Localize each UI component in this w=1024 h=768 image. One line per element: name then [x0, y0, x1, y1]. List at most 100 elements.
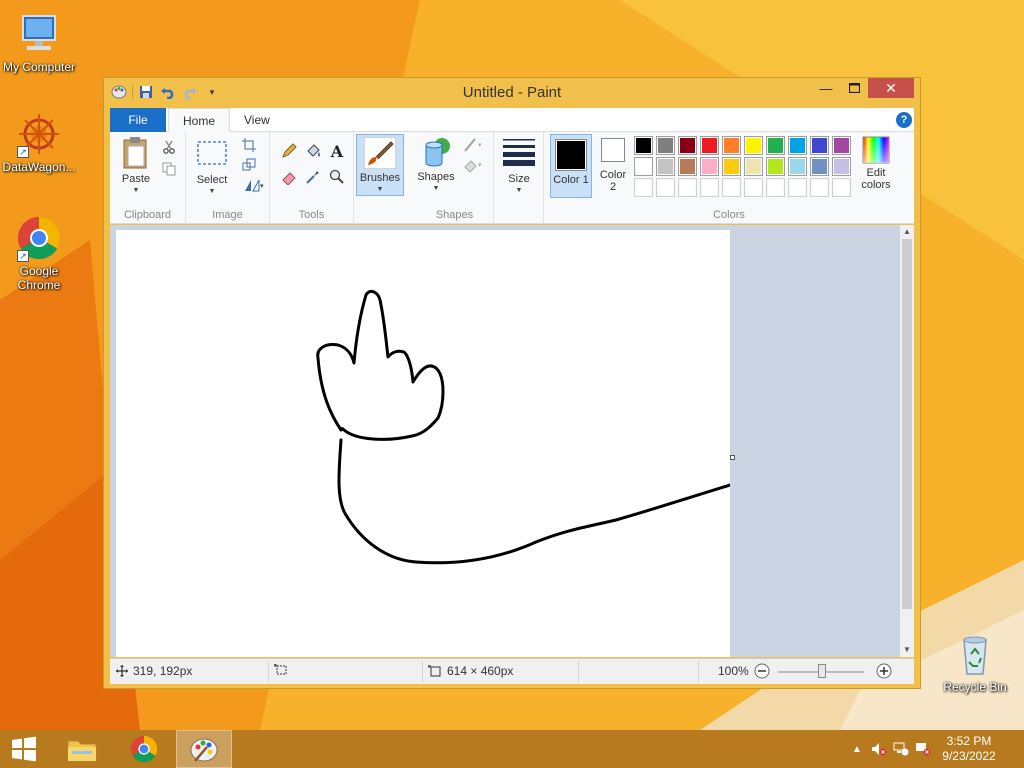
palette-swatch[interactable]	[700, 157, 719, 176]
palette-swatch[interactable]	[678, 136, 697, 155]
eraser-icon[interactable]	[280, 168, 298, 186]
palette-swatch[interactable]	[700, 178, 719, 197]
magnifier-icon[interactable]	[328, 168, 346, 186]
help-button[interactable]: ?	[896, 112, 912, 128]
group-label-colors: Colors	[713, 209, 745, 221]
zoom-out-button[interactable]	[754, 663, 770, 679]
palette-swatch[interactable]	[678, 178, 697, 197]
palette-swatch[interactable]	[788, 178, 807, 197]
taskbar-paint[interactable]	[176, 730, 232, 768]
palette-swatch[interactable]	[634, 136, 653, 155]
desktop-icon-my-computer[interactable]: My Computer	[0, 10, 78, 74]
paste-button[interactable]: Paste ▼	[116, 136, 156, 197]
color2-button[interactable]: Color 2	[596, 138, 630, 193]
copy-icon[interactable]	[160, 160, 178, 178]
palette-swatch[interactable]	[810, 178, 829, 197]
desktop-icon-google-chrome[interactable]: ↗ Google Chrome	[0, 214, 78, 292]
desktop-icon-label: My Computer	[2, 60, 76, 74]
palette-swatch[interactable]	[788, 157, 807, 176]
palette-swatch[interactable]	[656, 178, 675, 197]
drawing-canvas[interactable]	[116, 230, 730, 657]
start-button[interactable]	[0, 730, 48, 768]
action-center-icon[interactable]	[912, 742, 934, 756]
canvas-workspace[interactable]	[110, 225, 900, 657]
svg-text:▾: ▾	[478, 162, 482, 169]
desktop-icon-datawagon[interactable]: ↗ DataWagon...	[0, 110, 78, 174]
taskbar-clock[interactable]: 3:52 PM 9/23/2022	[934, 734, 1004, 764]
scroll-down-icon[interactable]: ▼	[900, 643, 914, 657]
color1-button[interactable]: Color 1	[550, 134, 592, 198]
shape-outline-icon[interactable]: ▾	[462, 136, 488, 154]
close-button[interactable]: ✕	[868, 78, 914, 98]
minimize-button[interactable]: —	[812, 78, 840, 98]
speaker-muted-icon[interactable]	[868, 742, 890, 756]
vertical-scrollbar[interactable]: ▲ ▼	[900, 225, 914, 657]
chevron-down-icon: ▼	[432, 185, 440, 192]
palette-swatch[interactable]	[788, 136, 807, 155]
palette-swatch[interactable]	[634, 178, 653, 197]
text-tool-icon[interactable]: A	[328, 142, 346, 161]
shapes-button[interactable]: Shapes ▼	[416, 136, 456, 195]
palette-swatch[interactable]	[656, 136, 675, 155]
brushes-button[interactable]: Brushes ▼	[356, 134, 404, 196]
tab-file[interactable]: File	[110, 108, 166, 132]
fill-bucket-icon[interactable]	[304, 142, 322, 160]
canvas-resize-handle[interactable]	[730, 455, 735, 460]
shapes-label: Shapes	[417, 171, 455, 183]
palette-swatch[interactable]	[766, 157, 785, 176]
palette-swatch[interactable]	[678, 157, 697, 176]
palette-swatch[interactable]	[766, 136, 785, 155]
select-button[interactable]: Select ▼	[194, 138, 230, 198]
brush-icon	[363, 136, 397, 170]
desktop-icon-recycle-bin[interactable]: Recycle Bin	[936, 630, 1014, 694]
scrollbar-thumb[interactable]	[902, 239, 912, 609]
taskbar-file-explorer[interactable]	[54, 730, 110, 768]
size-button[interactable]: Size ▼	[500, 136, 538, 197]
title-bar[interactable]: ▾ Untitled - Paint — ✕	[104, 78, 920, 106]
edit-colors-button[interactable]: Edit colors	[856, 136, 896, 191]
shapes-icon	[425, 138, 450, 167]
recycle-bin-icon	[951, 630, 999, 678]
tab-home[interactable]: Home	[168, 108, 231, 133]
palette-swatch[interactable]	[634, 157, 653, 176]
palette-swatch[interactable]	[810, 136, 829, 155]
scroll-up-icon[interactable]: ▲	[900, 225, 914, 239]
taskbar-chrome[interactable]	[116, 730, 172, 768]
crop-icon[interactable]	[240, 136, 258, 154]
chrome-icon	[130, 735, 158, 763]
tab-view[interactable]: View	[230, 108, 284, 132]
zoom-in-button[interactable]	[876, 663, 892, 679]
palette-swatch[interactable]	[832, 157, 851, 176]
palette-swatch[interactable]	[722, 178, 741, 197]
rotate-icon[interactable]: ▾	[242, 176, 266, 194]
color-picker-icon[interactable]	[304, 168, 322, 186]
group-label-clipboard: Clipboard	[123, 209, 172, 221]
pencil-icon[interactable]	[280, 142, 298, 160]
network-icon[interactable]	[890, 742, 912, 756]
palette-swatch[interactable]	[766, 178, 785, 197]
resize-icon[interactable]	[240, 156, 258, 174]
palette-swatch[interactable]	[656, 157, 675, 176]
palette-swatch[interactable]	[700, 136, 719, 155]
cut-icon[interactable]	[160, 138, 178, 156]
chevron-down-icon: ▼	[376, 186, 384, 193]
cursor-position: 319, 192px	[116, 664, 192, 678]
palette-swatch[interactable]	[832, 136, 851, 155]
group-size: Size ▼	[494, 132, 544, 224]
group-clipboard: Paste ▼ Clipboard	[110, 132, 186, 224]
palette-swatch[interactable]	[744, 178, 763, 197]
palette-swatch[interactable]	[744, 136, 763, 155]
canvas-size: 614 × 460px	[428, 664, 513, 678]
palette-swatch[interactable]	[722, 157, 741, 176]
palette-swatch[interactable]	[722, 136, 741, 155]
maximize-button[interactable]	[840, 78, 868, 98]
palette-swatch[interactable]	[744, 157, 763, 176]
palette-swatch[interactable]	[810, 157, 829, 176]
palette-swatch[interactable]	[832, 178, 851, 197]
show-hidden-icons-icon[interactable]: ▲	[846, 744, 868, 755]
zoom-level: 100%	[718, 664, 749, 678]
shape-fill-icon[interactable]: ▾	[462, 156, 488, 174]
status-divider	[422, 661, 423, 683]
zoom-slider-thumb[interactable]	[818, 664, 826, 678]
chevron-down-icon: ▼	[208, 188, 216, 195]
